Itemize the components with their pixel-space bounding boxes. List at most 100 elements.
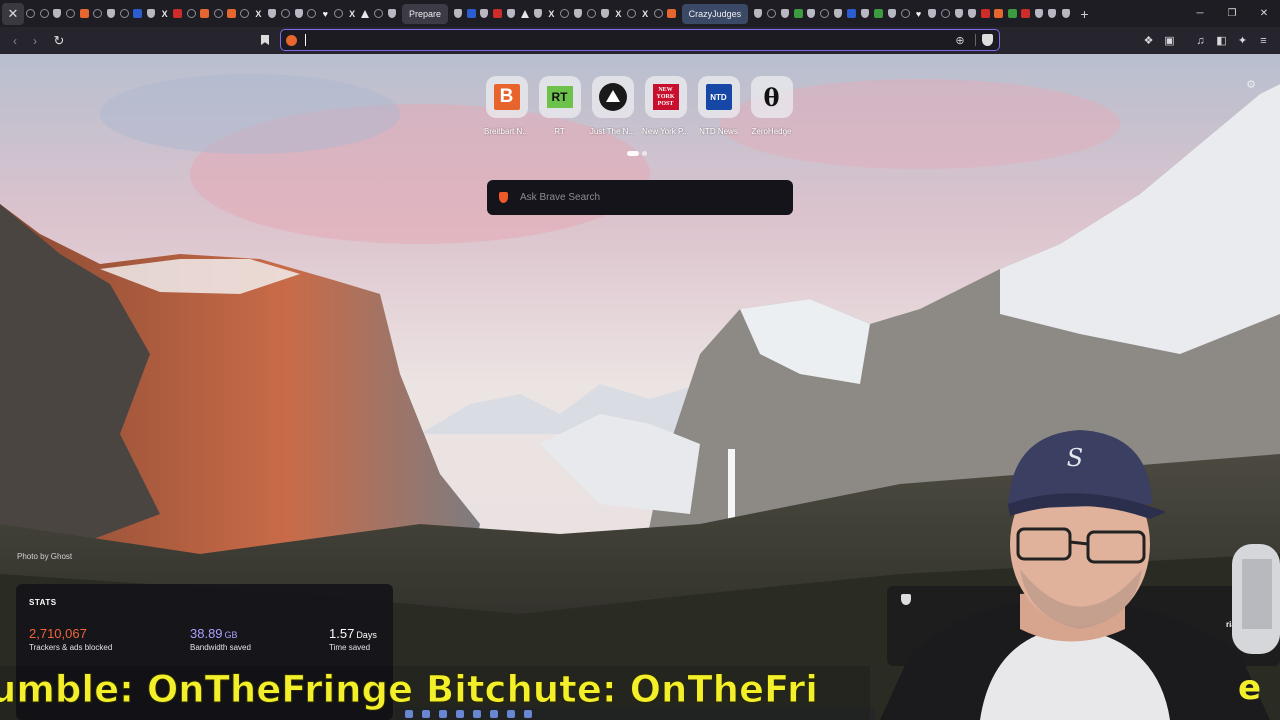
- tab[interactable]: [505, 4, 518, 24]
- tab[interactable]: [292, 4, 305, 24]
- top-site-tile[interactable]: RT RT: [533, 76, 586, 136]
- tab[interactable]: [1032, 4, 1045, 24]
- tab[interactable]: [598, 4, 611, 24]
- bookmark-icon[interactable]: [257, 31, 273, 49]
- top-site-tile[interactable]: θ ZeroHedge: [745, 76, 798, 136]
- media-icon[interactable]: ♫: [1192, 32, 1209, 49]
- tab[interactable]: [939, 4, 952, 24]
- taskbar-icon[interactable]: [524, 709, 532, 718]
- tab[interactable]: [265, 4, 278, 24]
- tab[interactable]: [885, 4, 898, 24]
- tab[interactable]: [571, 4, 584, 24]
- tab[interactable]: ♥: [912, 4, 925, 24]
- tab[interactable]: [359, 4, 372, 24]
- tab[interactable]: [818, 4, 831, 24]
- tab[interactable]: [751, 4, 764, 24]
- taskbar-icon[interactable]: [507, 709, 515, 718]
- back-icon[interactable]: ‹: [5, 31, 25, 51]
- tab[interactable]: [625, 4, 638, 24]
- tab[interactable]: X: [345, 4, 358, 24]
- tab[interactable]: [372, 4, 385, 24]
- tab[interactable]: [992, 4, 1005, 24]
- tab[interactable]: [872, 4, 885, 24]
- tab[interactable]: X: [252, 4, 265, 24]
- tab[interactable]: [1046, 4, 1059, 24]
- tab[interactable]: [64, 4, 77, 24]
- tab[interactable]: [185, 4, 198, 24]
- tab[interactable]: ♥: [319, 4, 332, 24]
- tab[interactable]: X: [638, 4, 651, 24]
- menu-icon[interactable]: ≡: [1255, 32, 1272, 49]
- top-site-tile[interactable]: NEW YORK POST New York P...: [639, 76, 692, 136]
- url-input[interactable]: [306, 31, 951, 49]
- close-tab-button[interactable]: ✕: [2, 2, 24, 25]
- tab[interactable]: [1059, 4, 1072, 24]
- tab[interactable]: [778, 4, 791, 24]
- tab[interactable]: [145, 4, 158, 24]
- tab[interactable]: [952, 4, 965, 24]
- screenshot-icon[interactable]: ▣: [1161, 32, 1178, 49]
- tab[interactable]: [478, 4, 491, 24]
- tab[interactable]: [805, 4, 818, 24]
- top-site-tile[interactable]: Just The N...: [586, 76, 639, 136]
- reload-icon[interactable]: ↻: [49, 31, 69, 51]
- page-dot[interactable]: [627, 151, 639, 156]
- tab[interactable]: [278, 4, 291, 24]
- brave-shields-icon[interactable]: [982, 34, 993, 46]
- tab[interactable]: [858, 4, 871, 24]
- tab[interactable]: [198, 4, 211, 24]
- tab[interactable]: X: [545, 4, 558, 24]
- tab[interactable]: [979, 4, 992, 24]
- tab[interactable]: [464, 4, 477, 24]
- tab[interactable]: [118, 4, 131, 24]
- page-dot[interactable]: [642, 151, 647, 156]
- sidebar-icon[interactable]: ◧: [1213, 32, 1230, 49]
- top-site-tile[interactable]: B Breitbart N...: [480, 76, 533, 136]
- tab[interactable]: [765, 4, 778, 24]
- tab[interactable]: [491, 4, 504, 24]
- taskbar-icon[interactable]: [422, 709, 430, 718]
- tab[interactable]: [531, 4, 544, 24]
- gear-icon[interactable]: ⚙: [1246, 78, 1256, 91]
- minimize-button[interactable]: ─: [1184, 8, 1216, 19]
- new-tab-button[interactable]: +: [1073, 6, 1097, 22]
- tab[interactable]: [305, 4, 318, 24]
- address-bar[interactable]: ⊕: [280, 29, 1000, 51]
- brave-search-box[interactable]: [487, 180, 793, 215]
- forward-icon[interactable]: ›: [25, 31, 45, 51]
- close-window-button[interactable]: ✕: [1248, 8, 1280, 19]
- tab[interactable]: [211, 4, 224, 24]
- tab[interactable]: [925, 4, 938, 24]
- tab[interactable]: [518, 4, 531, 24]
- tab[interactable]: [451, 4, 464, 24]
- taskbar-icon[interactable]: [439, 709, 447, 718]
- search-input[interactable]: [520, 187, 793, 208]
- tab[interactable]: [104, 4, 117, 24]
- tab-prepare[interactable]: Prepare: [401, 3, 448, 24]
- tab[interactable]: X: [158, 4, 171, 24]
- tab-crazyjudges[interactable]: CrazyJudges: [681, 3, 749, 24]
- tab[interactable]: [665, 4, 678, 24]
- tab[interactable]: [831, 4, 844, 24]
- tab[interactable]: [171, 4, 184, 24]
- tab[interactable]: [37, 4, 50, 24]
- tab[interactable]: [225, 4, 238, 24]
- tab[interactable]: [965, 4, 978, 24]
- top-site-tile[interactable]: NTD NTD News: [692, 76, 745, 136]
- tab[interactable]: [91, 4, 104, 24]
- tab[interactable]: [558, 4, 571, 24]
- tab[interactable]: [238, 4, 251, 24]
- tab[interactable]: [898, 4, 911, 24]
- tab[interactable]: [51, 4, 64, 24]
- taskbar-icon[interactable]: [405, 709, 413, 718]
- tab[interactable]: [24, 4, 37, 24]
- tab[interactable]: [78, 4, 91, 24]
- tab[interactable]: [791, 4, 804, 24]
- taskbar-icon[interactable]: [490, 709, 498, 718]
- tab[interactable]: [585, 4, 598, 24]
- tab[interactable]: [845, 4, 858, 24]
- leo-ai-icon[interactable]: ✦: [1234, 32, 1251, 49]
- maximize-button[interactable]: ❐: [1216, 8, 1248, 19]
- zoom-icon[interactable]: ⊕: [951, 34, 969, 47]
- extensions-icon[interactable]: ❖: [1140, 32, 1157, 49]
